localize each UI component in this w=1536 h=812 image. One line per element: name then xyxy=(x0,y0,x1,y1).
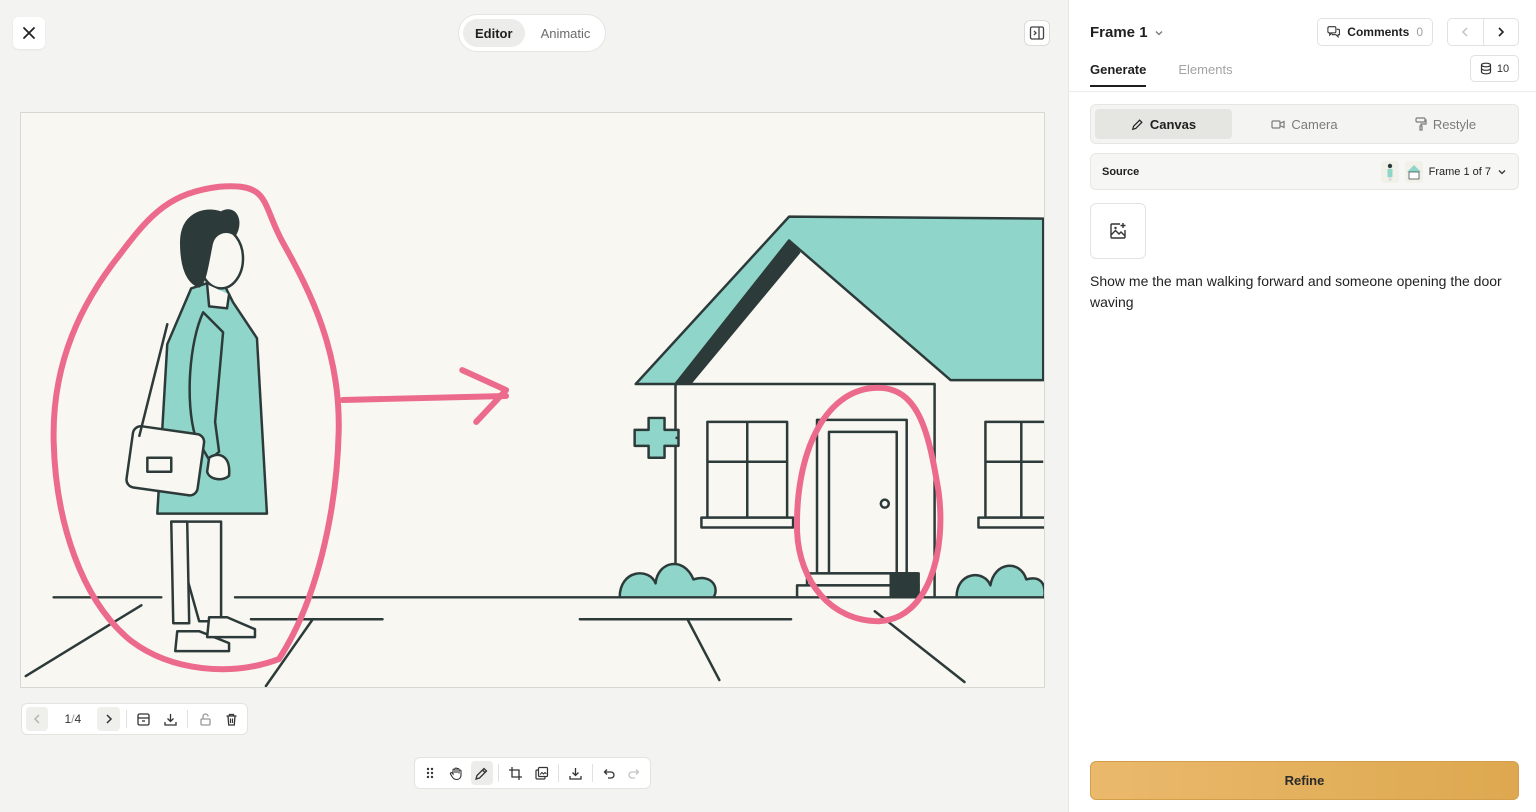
download-frame-button[interactable] xyxy=(159,707,181,731)
archive-icon xyxy=(137,712,150,726)
chevron-right-icon xyxy=(105,714,112,724)
mode-switch: Editor Animatic xyxy=(458,14,606,52)
comments-icon xyxy=(1327,26,1340,39)
segment-camera[interactable]: Camera xyxy=(1236,109,1373,139)
comments-count: 0 xyxy=(1416,25,1423,39)
chevron-down-icon xyxy=(1498,169,1506,174)
paint-roller-icon xyxy=(1415,117,1427,131)
toolbar-divider xyxy=(591,764,593,782)
chevron-right-icon xyxy=(1498,27,1504,37)
page-indicator: 1/4 xyxy=(52,712,93,726)
toolbar-divider xyxy=(125,710,127,728)
credits-count: 10 xyxy=(1496,62,1510,75)
drag-handle-icon xyxy=(427,767,434,779)
frame-title: Frame 1 xyxy=(1090,24,1148,41)
mode-editor[interactable]: Editor xyxy=(463,19,525,47)
source-thumbnail-man xyxy=(1380,160,1399,183)
tab-generate[interactable]: Generate xyxy=(1090,62,1147,87)
prev-frame-panel-button[interactable] xyxy=(1448,19,1484,45)
undo-button[interactable] xyxy=(597,761,620,785)
chevron-left-icon xyxy=(1462,27,1468,37)
close-button[interactable] xyxy=(13,17,45,49)
source-thumbnail-house xyxy=(1404,160,1423,183)
redo-button[interactable] xyxy=(623,761,646,785)
hand-icon xyxy=(449,766,462,780)
toolbar-divider xyxy=(557,764,559,782)
download-button[interactable] xyxy=(564,761,587,785)
database-icon xyxy=(1480,62,1491,75)
crop-tool-button[interactable] xyxy=(504,761,527,785)
next-frame-panel-button[interactable] xyxy=(1484,19,1519,45)
trash-icon xyxy=(226,713,237,726)
frame-toolbar: 1/4 xyxy=(21,703,248,735)
frame-illustration xyxy=(24,183,1044,687)
mode-animatic[interactable]: Animatic xyxy=(529,19,603,47)
man-figure xyxy=(125,209,269,653)
toolbar-divider xyxy=(187,710,189,728)
lock-button[interactable] xyxy=(194,707,216,731)
comments-button[interactable]: Comments 0 xyxy=(1317,18,1433,46)
archive-button[interactable] xyxy=(133,707,155,731)
video-icon xyxy=(1271,119,1285,129)
panel-toggle-button[interactable] xyxy=(1024,20,1050,46)
pen-icon xyxy=(1131,118,1143,130)
chevron-left-icon xyxy=(34,714,40,724)
source-label: Source xyxy=(1102,165,1140,178)
page-total: 4 xyxy=(74,712,82,726)
image-add-icon xyxy=(1110,223,1126,239)
prev-frame-button[interactable] xyxy=(26,707,49,731)
next-frame-button[interactable] xyxy=(97,707,120,731)
panel-tabs: Generate Elements xyxy=(1090,62,1233,87)
drawing-toolbar xyxy=(414,757,651,789)
comments-label: Comments xyxy=(1347,25,1410,39)
segment-canvas-label: Canvas xyxy=(1149,116,1197,132)
chevron-down-icon xyxy=(1155,30,1163,35)
close-icon xyxy=(23,27,35,39)
panel-header: Frame 1 Comments 0 Generate Elements 10 xyxy=(1069,0,1536,92)
segment-restyle-label: Restyle xyxy=(1432,116,1477,132)
download-icon xyxy=(568,767,582,780)
editor-area: Editor Animatic 1/4 xyxy=(0,0,1068,812)
layers-tool-button[interactable] xyxy=(530,761,553,785)
pen-tool-button[interactable] xyxy=(470,761,494,785)
unlock-icon xyxy=(200,712,211,726)
crop-icon xyxy=(509,766,523,780)
source-value: Frame 1 of 7 xyxy=(1428,165,1491,178)
segment-camera-label: Camera xyxy=(1291,116,1338,132)
prompt-text[interactable]: Show me the man walking forward and some… xyxy=(1090,271,1520,313)
refine-button[interactable]: Refine xyxy=(1090,761,1519,800)
add-reference-image-button[interactable] xyxy=(1090,203,1146,259)
sidebar-toggle-icon xyxy=(1029,26,1045,40)
credits-badge[interactable]: 10 xyxy=(1470,55,1519,82)
frame-selector[interactable]: Frame 1 xyxy=(1090,24,1164,41)
redo-icon xyxy=(628,768,640,779)
delete-frame-button[interactable] xyxy=(221,707,243,731)
drag-handle[interactable] xyxy=(419,761,442,785)
generate-panel: Frame 1 Comments 0 Generate Elements 10 xyxy=(1068,0,1536,812)
layers-icon xyxy=(535,766,548,780)
source-selector[interactable]: Source Frame 1 of 7 xyxy=(1090,153,1519,190)
toolbar-divider xyxy=(498,764,500,782)
segment-canvas[interactable]: Canvas xyxy=(1095,109,1232,139)
pen-icon xyxy=(475,767,488,780)
hand-tool-button[interactable] xyxy=(445,761,468,785)
segment-restyle[interactable]: Restyle xyxy=(1377,109,1514,139)
frame-nav xyxy=(1447,18,1519,46)
undo-icon xyxy=(603,768,615,779)
generate-mode-switch: Canvas Camera Restyle xyxy=(1090,104,1519,144)
tab-elements[interactable]: Elements xyxy=(1178,62,1232,87)
source-value-group[interactable]: Frame 1 of 7 xyxy=(1380,160,1507,183)
storyboard-canvas[interactable] xyxy=(20,112,1045,688)
download-icon xyxy=(164,713,177,726)
